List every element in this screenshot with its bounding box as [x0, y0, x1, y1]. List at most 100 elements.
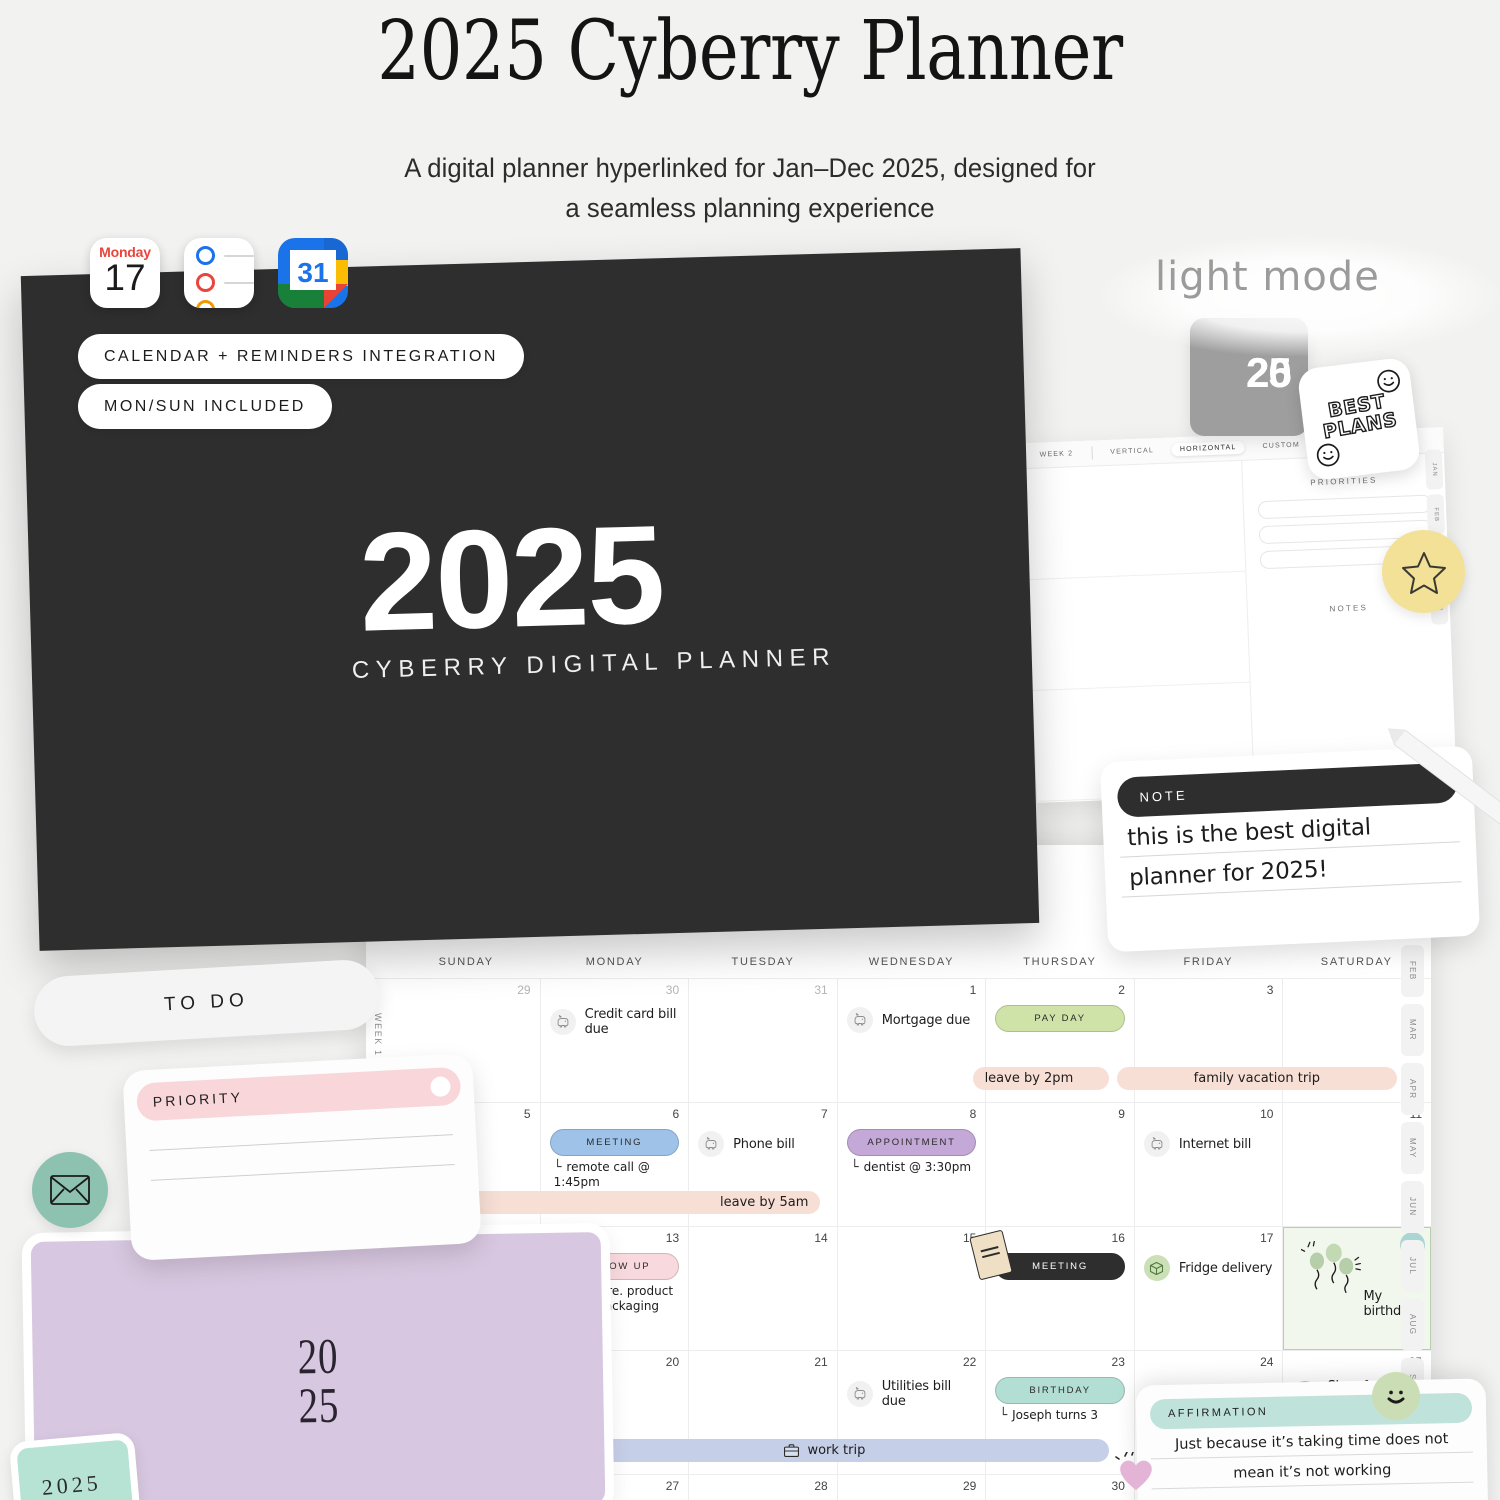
subevent-elbow-icon: └ — [999, 1408, 1008, 1423]
dow-thursday: THURSDAY — [1023, 956, 1097, 968]
band-label: leave by 5am — [720, 1195, 809, 1210]
reminder-dot-blue — [196, 246, 215, 265]
day-event[interactable]: Fridge delivery — [1143, 1255, 1274, 1281]
month-tab-aug[interactable]: AUG — [1401, 1299, 1424, 1351]
day-chip[interactable]: BIRTHDAY — [995, 1377, 1125, 1404]
teal-cover-year: 2025 — [40, 1469, 103, 1500]
calendar-day-cell[interactable]: 17 Fridge delivery — [1133, 1227, 1283, 1350]
day-event[interactable]: Phone bill — [698, 1131, 828, 1157]
day-event-label: Fridge delivery — [1178, 1260, 1273, 1276]
month-tab-mar[interactable]: MAR — [1401, 1004, 1424, 1056]
day-number: 1 — [969, 983, 977, 997]
multi-day-band[interactable]: work trip — [540, 1439, 1109, 1462]
planner-cover-teal[interactable]: 2025 — [8, 1431, 145, 1500]
day-number: 20 — [665, 1355, 680, 1369]
calendar-day-cell[interactable]: 8 APPOINTMENT └ dentist @ 3:30pm — [836, 1103, 986, 1226]
day-event[interactable]: Utilities bill due — [846, 1379, 977, 1409]
priority-card-heading: PRIORITY — [135, 1066, 462, 1122]
piggy-bank-icon — [698, 1131, 725, 1157]
day-chip[interactable]: MEETING — [549, 1129, 680, 1156]
calendar-day-cell[interactable]: 14 — [688, 1227, 837, 1350]
day-chip[interactable]: PAY DAY — [995, 1005, 1125, 1032]
affirmation-card[interactable]: AFFIRMATION Just because it’s taking tim… — [1135, 1378, 1489, 1500]
feature-pill-calendar-integration: CALENDAR + REMINDERS INTEGRATION — [78, 334, 524, 379]
calendar-day-cell[interactable]: 9 — [985, 1103, 1134, 1226]
piggy-bank-icon — [846, 1381, 873, 1407]
day-event-label: Utilities bill due — [881, 1379, 952, 1409]
dow-monday: MONDAY — [585, 956, 644, 968]
calendar-day-cell[interactable]: 29 — [836, 1475, 986, 1500]
day-event-label: Internet bill — [1178, 1136, 1252, 1152]
day-number: 3 — [1266, 983, 1274, 997]
weekly-day-cell[interactable] — [1028, 571, 1250, 692]
day-number: 24 — [1260, 1355, 1274, 1369]
month-tab-feb[interactable]: FEB — [1401, 945, 1424, 997]
calendar-day-cell[interactable]: 10 Internet bill — [1133, 1103, 1283, 1226]
weekly-day-column[interactable] — [1024, 460, 1255, 803]
layout-tab-custom[interactable]: CUSTOM — [1254, 438, 1308, 453]
calendar-day-cell[interactable]: 28 — [688, 1475, 837, 1500]
toolbar-divider — [1091, 446, 1093, 460]
day-event[interactable]: Mortgage due — [846, 1007, 977, 1033]
month-tab-apr[interactable]: APR — [1401, 1063, 1424, 1115]
calendar-week-row: 29 30 Credit card bill due 31 1 Mortgage due 2… — [392, 978, 1431, 1102]
weekly-day-cell[interactable] — [1024, 460, 1246, 581]
light-mode-label: light mode — [1155, 254, 1380, 300]
day-event[interactable]: Credit card bill due — [549, 1007, 680, 1037]
month-tab-jun[interactable]: JUN — [1401, 1181, 1424, 1233]
dow-sunday: SUNDAY — [438, 956, 494, 968]
smiley-icon — [1387, 1390, 1405, 1404]
priority-toggle-dot[interactable] — [429, 1076, 452, 1098]
month-tab-jul[interactable]: JUL — [1401, 1240, 1424, 1292]
piggy-bank-icon — [846, 1007, 873, 1033]
reminder-line — [224, 281, 254, 284]
band-label: leave by 2pm — [984, 1071, 1074, 1086]
reminder-dot-orange — [196, 300, 215, 308]
day-chip-label: APPOINTMENT — [867, 1137, 956, 1148]
svg-text:31: 31 — [297, 257, 328, 288]
affirmation-line-2[interactable]: mean it’s not working — [1151, 1452, 1474, 1490]
multi-day-band[interactable]: family vacation trip — [1116, 1067, 1397, 1090]
priority-card[interactable]: PRIORITY — [122, 1052, 482, 1262]
day-number: 23 — [1111, 1355, 1125, 1369]
priority-field[interactable] — [1257, 494, 1433, 520]
day-number: 6 — [672, 1107, 680, 1121]
calendar-day-cell[interactable]: 15 — [836, 1227, 986, 1350]
piggy-bank-icon — [1143, 1131, 1170, 1157]
priority-line — [150, 1164, 455, 1181]
day-number: 28 — [814, 1479, 828, 1493]
calendar-day-cell[interactable]: 16 MEETING — [969, 1227, 1134, 1350]
day-number: 8 — [969, 1107, 977, 1121]
subtitle-line-2: a seamless planning experience — [565, 193, 935, 223]
weekly-month-tab-feb[interactable]: FEB — [1426, 494, 1446, 535]
note-card[interactable]: NOTE this is the best digital planner fo… — [1099, 745, 1481, 953]
reminder-line — [224, 254, 254, 257]
day-number: 29 — [962, 1479, 977, 1493]
layout-tab-horizontal[interactable]: HORIZONTAL — [1171, 440, 1245, 457]
day-number: 21 — [814, 1355, 828, 1369]
calendar-day-cell[interactable]: 30Credit card bill due — [539, 979, 689, 1102]
weekly-month-tab-jan[interactable]: JAN — [1424, 449, 1444, 490]
subtitle-line-1: A digital planner hyperlinked for Jan–De… — [404, 153, 1096, 183]
star-icon — [1401, 551, 1446, 594]
calendar-day-cell[interactable]: 30Credit card bill due — [985, 1475, 1134, 1500]
sticker-heart — [1115, 1452, 1152, 1490]
weekly-week-label: WEEK 2 — [1039, 450, 1074, 459]
todo-card-label: TO DO — [163, 989, 250, 1016]
layout-tab-vertical[interactable]: VERTICAL — [1102, 444, 1162, 459]
calendar-day-cell[interactable]: 31 — [688, 979, 837, 1102]
day-chip[interactable]: APPOINTMENT — [846, 1129, 977, 1156]
day-event[interactable]: Internet bill — [1143, 1131, 1274, 1157]
reminder-row — [196, 246, 254, 265]
day-chip[interactable]: MEETING — [969, 1229, 1125, 1281]
priority-card-label: PRIORITY — [152, 1089, 244, 1110]
purple-cover-year: 20 25 — [297, 1327, 340, 1434]
sticker-best-plans-text: BEST PLANS — [1321, 390, 1400, 444]
day-number: 10 — [1260, 1107, 1274, 1121]
calendar-day-cell[interactable]: 1 Mortgage due — [836, 979, 986, 1102]
subevent-elbow-icon: └ — [850, 1160, 859, 1175]
multi-day-band[interactable]: leave by 2pm — [972, 1067, 1109, 1090]
sticker-star — [1382, 530, 1465, 613]
month-tab-may[interactable]: MAY — [1401, 1122, 1424, 1174]
todo-card[interactable]: TO DO — [32, 958, 381, 1048]
